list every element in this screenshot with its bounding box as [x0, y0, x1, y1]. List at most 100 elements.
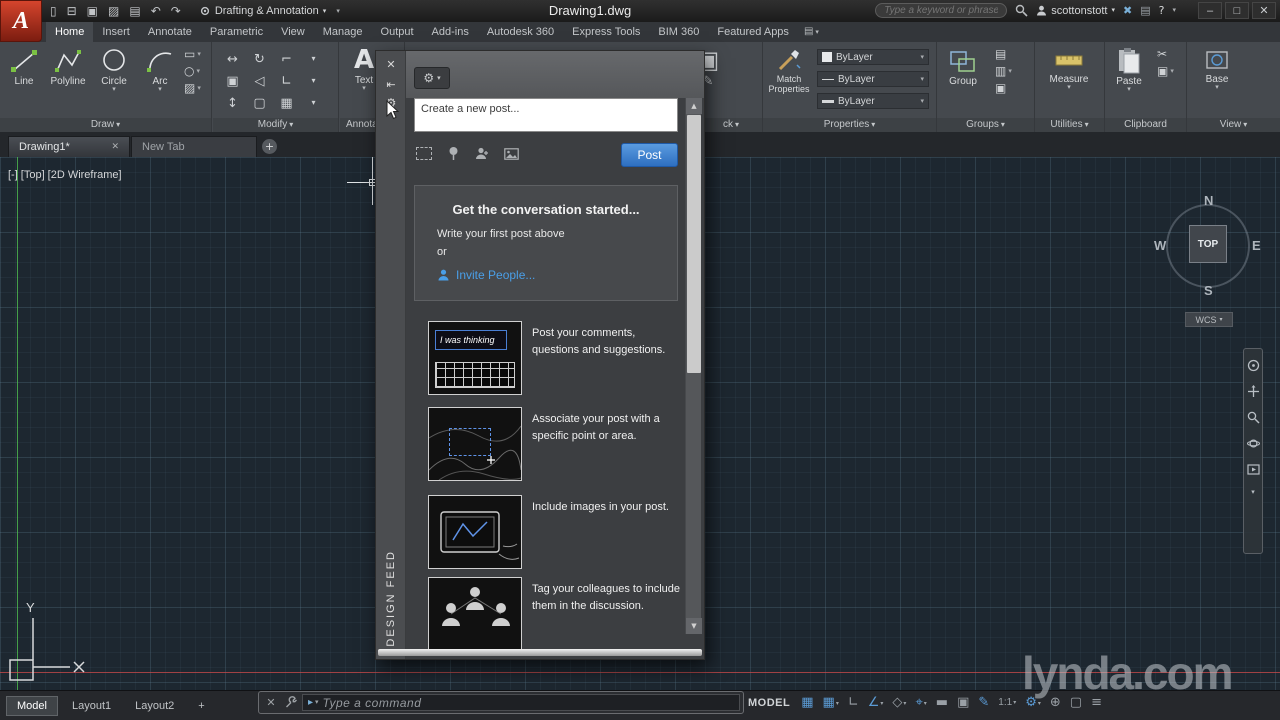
polyline-tool-button[interactable]: Polyline	[46, 45, 90, 118]
open-file-icon[interactable]: ⊟	[67, 5, 77, 17]
application-menu-button[interactable]: A	[0, 0, 42, 42]
attach-image-icon[interactable]	[504, 147, 519, 160]
new-layout-button[interactable]: +	[188, 697, 214, 715]
ribbon-tab-home[interactable]: Home	[46, 22, 94, 42]
minimize-button[interactable]: –	[1198, 2, 1222, 19]
line-tool-button[interactable]: Line	[2, 45, 46, 118]
command-close-icon[interactable]: ✕	[262, 697, 280, 708]
group-button[interactable]: Group	[941, 45, 985, 118]
model-space-button[interactable]: MODEL	[748, 697, 790, 709]
stretch-icon[interactable]: ↕	[227, 97, 238, 110]
ellipse-tool-icon[interactable]: ○ ▾	[184, 65, 201, 77]
linetype-control[interactable]: ByLayer ▾	[817, 71, 929, 87]
layout2-tab[interactable]: Layout2	[125, 697, 184, 715]
draw-panel-label[interactable]: Draw ▾	[0, 118, 211, 132]
ungroup-icon[interactable]: ▤	[995, 48, 1012, 60]
isometric-drafting-icon[interactable]: ◇ ▾	[892, 696, 906, 709]
feed-settings-button[interactable]: ⚙ ▾	[414, 67, 450, 89]
lineweight-icon[interactable]: ▬	[936, 696, 948, 709]
block-panel-label[interactable]: ck ▾	[700, 118, 762, 132]
ribbon-tab-addins[interactable]: Add-ins	[423, 22, 478, 42]
steering-wheel-icon[interactable]	[1247, 359, 1260, 372]
ribbon-tab-parametric[interactable]: Parametric	[201, 22, 272, 42]
annotation-monitor-icon[interactable]: ⊕	[1050, 696, 1061, 709]
rectangle-tool-icon[interactable]: ▭ ▾	[184, 48, 201, 60]
ribbon-tab-featured-apps[interactable]: Featured Apps	[708, 22, 798, 42]
new-post-input[interactable]: Create a new post...	[414, 98, 678, 132]
keep-connected-icon[interactable]: ▤	[1140, 5, 1150, 16]
ribbon-tab-express-tools[interactable]: Express Tools	[563, 22, 649, 42]
modify-flyout-icon-1[interactable]: ▾	[311, 55, 315, 63]
ribbon-display-options[interactable]: ▤ ▾	[804, 22, 819, 42]
associate-area-icon[interactable]	[416, 147, 432, 160]
clean-screen-icon[interactable]: ▢	[1070, 696, 1082, 709]
ribbon-tab-autodesk360[interactable]: Autodesk 360	[478, 22, 563, 42]
copy-icon[interactable]: ▣	[226, 75, 238, 88]
array-icon[interactable]: ▦	[280, 97, 292, 110]
groups-panel-label[interactable]: Groups ▾	[937, 118, 1034, 132]
palette-title-strip[interactable]: ✕ ⇤ ⚙ DESIGN FEED	[376, 51, 406, 659]
compass-east[interactable]: E	[1252, 238, 1261, 253]
save-file-icon[interactable]: ▣	[87, 5, 98, 17]
compass-west[interactable]: W	[1154, 238, 1166, 253]
viewport-view-control[interactable]: [Top]	[21, 169, 45, 181]
selection-cycling-icon[interactable]: ▣	[957, 696, 969, 709]
showmotion-icon[interactable]	[1246, 463, 1260, 476]
compass-north[interactable]: N	[1204, 193, 1213, 208]
cut-icon[interactable]: ✂	[1157, 48, 1174, 60]
ribbon-tab-manage[interactable]: Manage	[314, 22, 372, 42]
paste-button[interactable]: Paste ▾	[1107, 45, 1151, 118]
palette-close-icon[interactable]: ✕	[376, 59, 406, 70]
view-panel-label[interactable]: View ▾	[1187, 118, 1280, 132]
lineweight-control[interactable]: ByLayer ▾	[817, 93, 929, 109]
move-icon[interactable]: ↔	[227, 53, 238, 66]
fillet-icon[interactable]: ∟	[281, 75, 292, 88]
search-binoculars-icon[interactable]	[1015, 4, 1028, 17]
tag-person-icon[interactable]	[475, 147, 489, 160]
object-snap-icon[interactable]: ⌖ ▾	[915, 696, 926, 709]
ribbon-tab-insert[interactable]: Insert	[93, 22, 139, 42]
properties-panel-label[interactable]: Properties ▾	[763, 118, 936, 132]
circle-tool-button[interactable]: Circle ▾	[92, 45, 136, 118]
command-input[interactable]: ▸ ▾ Type a command	[302, 694, 740, 711]
scroll-down-icon[interactable]: ▼	[686, 618, 702, 634]
viewcube-top-face[interactable]: TOP	[1189, 225, 1227, 263]
pin-location-icon[interactable]	[447, 146, 460, 161]
palette-autohide-icon[interactable]: ⇤	[376, 79, 406, 90]
modify-panel-label[interactable]: Modify ▾	[213, 118, 338, 132]
new-file-icon[interactable]: ▯	[50, 5, 57, 17]
rotate-icon[interactable]: ↻	[254, 53, 265, 66]
scale-icon[interactable]: ▢	[253, 97, 265, 110]
compass-south[interactable]: S	[1204, 283, 1213, 298]
group-edit-icon[interactable]: ▥ ▾	[995, 65, 1012, 77]
palette-properties-icon[interactable]: ⚙	[376, 97, 406, 109]
ribbon-tab-output[interactable]: Output	[372, 22, 423, 42]
arc-tool-button[interactable]: Arc ▾	[138, 45, 182, 118]
viewport-visual-style-control[interactable]: [2D Wireframe]	[48, 169, 122, 181]
file-tab-new[interactable]: New Tab	[131, 136, 257, 157]
trim-icon[interactable]: ⌐	[281, 53, 292, 66]
qat-customize-icon[interactable]: ▾	[336, 7, 340, 15]
file-tab-close-icon[interactable]: ✕	[111, 142, 119, 152]
command-customize-wrench-icon[interactable]	[282, 696, 300, 709]
ortho-mode-icon[interactable]: ∟	[848, 696, 859, 709]
navbar-caret-icon[interactable]: ▾	[1251, 489, 1255, 496]
copy-clip-icon[interactable]: ▣ ▾	[1157, 65, 1174, 77]
maximize-button[interactable]: □	[1225, 2, 1249, 19]
polar-tracking-icon[interactable]: ∠ ▾	[868, 696, 884, 709]
ribbon-tab-view[interactable]: View	[272, 22, 314, 42]
help-caret-icon[interactable]: ▾	[1172, 7, 1176, 14]
model-tab[interactable]: Model	[6, 696, 58, 716]
new-drawing-plus-button[interactable]: +	[262, 139, 277, 154]
ribbon-tab-annotate[interactable]: Annotate	[139, 22, 201, 42]
customization-icon[interactable]: ≡	[1091, 696, 1102, 709]
scrollbar-thumb[interactable]	[687, 115, 701, 373]
layout1-tab[interactable]: Layout1	[62, 697, 121, 715]
grid-display-icon[interactable]: ▦	[801, 696, 813, 709]
search-input[interactable]	[875, 3, 1008, 18]
file-tab-drawing1[interactable]: Drawing1* ✕	[8, 136, 130, 157]
sign-in-menu[interactable]: scottonstott ▾	[1036, 5, 1115, 17]
snap-mode-icon[interactable]: ▦ ▾	[823, 696, 839, 709]
hatch-tool-icon[interactable]: ▨ ▾	[184, 82, 201, 94]
modify-flyout-icon-2[interactable]: ▾	[311, 77, 315, 85]
